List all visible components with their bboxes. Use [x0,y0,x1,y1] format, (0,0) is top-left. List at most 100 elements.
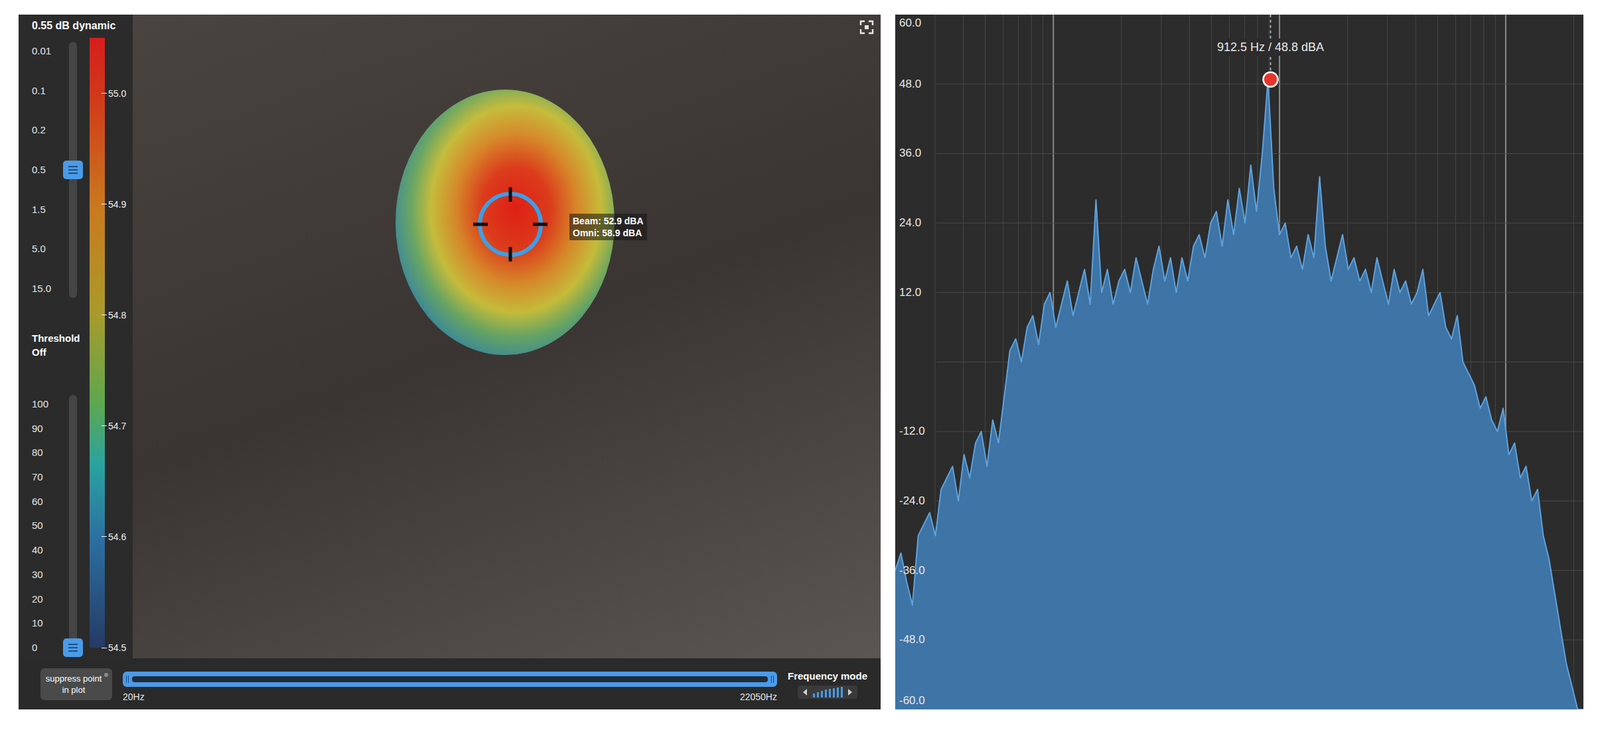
tick-label: 54.7 [108,420,127,433]
camera-upper: 0.55 dB dynamic0.010.10.20.51.55.015.0Th… [18,14,881,659]
y-axis-label: 24.0 [899,215,922,231]
tick-mark [101,536,107,537]
range-labels: 20Hz 22050Hz [122,690,778,703]
fullscreen-icon[interactable] [859,19,874,35]
tick-label: 54.6 [108,530,127,543]
tick-mark [101,203,107,205]
slider-handle-icon[interactable] [63,638,83,657]
threshold-tick: 20 [31,589,62,609]
tick-mark [101,647,107,649]
dynamic-track[interactable] [61,41,85,298]
color-scale-tick: 54.8 [101,309,127,322]
grip-line [68,169,78,171]
threshold-tick: 70 [31,467,62,487]
tick-label: 54.5 [108,641,127,654]
spectrum-chart: 60.0 48.0 36.0 24.0 12.0 -12.0 -24.0 -36.0 -48.0… [895,14,1584,710]
tick-mark [101,425,107,427]
tick-label: 55.0 [108,87,127,100]
y-axis-label: -24.0 [899,493,926,509]
frequency-range: 20Hz 22050Hz [122,664,778,703]
y-axis-label: 60.0 [899,15,922,31]
arrow-left-icon[interactable] [801,688,809,697]
color-scale: 55.0 54.9 54.8 54.7 54.6 54.5 [89,33,133,659]
dynamic-tick: 15.0 [31,279,62,298]
threshold-tick: 80 [31,443,62,462]
dynamic-tick: 0.1 [31,81,62,101]
tick-label: 54.9 [108,198,127,211]
y-axis-label: -12.0 [899,424,926,439]
y-axis-label: 12.0 [899,285,922,300]
y-axis-label: -60.0 [899,693,926,709]
peak-marker[interactable] [1263,72,1279,87]
omni-reading: Omni: 58.9 dBA [572,226,644,239]
threshold-ticks: 1009080706050403020100 [31,394,62,657]
peak-label: 912.5 Hz / 48.8 dBA [1213,38,1328,56]
threshold-tick: 30 [31,565,62,584]
color-scale-tick: 54.5 [101,641,127,654]
crosshair-icon[interactable] [470,184,551,265]
grip-line [68,650,78,652]
range-handle-icon[interactable] [126,675,129,683]
suppress-button[interactable]: suppress point in plot [40,668,113,701]
frequency-mode-label: Frequency mode [787,669,868,683]
color-scale-tick: 54.6 [101,530,127,543]
threshold-tick: 0 [31,638,62,657]
spectrum-area [895,79,1584,710]
threshold-title: Threshold Off [31,331,85,360]
color-bar [89,37,105,648]
color-scale-area: 55.054.954.854.754.654.5 [89,37,133,648]
slider-column: 0.010.10.20.51.55.015.0Threshold Off1009… [31,33,87,659]
dynamic-tick: 0.5 [31,160,62,180]
camera-photo[interactable]: Beam: 52.9 dBAOmni: 58.9 dBA [132,14,881,659]
threshold-tick: 100 [31,394,62,414]
range-handle-icon[interactable] [771,675,774,683]
grip-line [68,643,78,646]
arrow-right-icon[interactable] [846,688,854,697]
level-grid-line [936,14,1584,16]
level-grid-line [936,83,1584,85]
range-slider[interactable] [122,671,778,687]
dynamic-ticks: 0.010.10.20.51.55.015.0 [31,41,62,298]
y-axis-label: 48.0 [899,76,922,92]
slider-track [69,394,77,657]
y-axis-label: 36.0 [899,145,922,161]
spectrum-line [895,79,1584,710]
page: 0.55 dB dynamic0.010.10.20.51.55.015.0Th… [0,0,1600,730]
range-selection[interactable] [132,676,768,683]
grip-line [68,647,78,649]
acoustic-camera-panel: 0.55 dB dynamic0.010.10.20.51.55.015.0Th… [18,14,881,710]
dynamic-tick: 1.5 [31,200,62,219]
tick-mark [101,314,107,316]
spectrum-plot[interactable] [895,14,1584,710]
dynamic-title: 0.55 dB dynamic [31,18,133,34]
level-grid-line [936,153,1584,154]
threshold-tick: 40 [31,540,62,560]
mode-selector[interactable] [797,685,858,699]
range-min-label: 20Hz [122,690,145,703]
slider-handle-icon[interactable] [63,160,83,180]
color-scale-tick: 55.0 [101,87,127,100]
y-axis-label: -48.0 [899,632,926,648]
dynamic-tick: 0.2 [31,120,62,140]
grip-line [68,172,78,174]
color-scale-tick: 54.7 [101,420,127,433]
bottom-bar: suppress point in plot 20Hz 22050Hz Frequen… [18,658,881,710]
threshold-tick: 50 [31,516,62,535]
y-axis-label: -36.0 [899,563,926,579]
threshold-tick: 90 [31,419,62,438]
threshold-tick: 60 [31,492,62,511]
threshold-track[interactable] [61,394,85,657]
toggle-dot-icon [104,672,109,677]
threshold-slider[interactable]: 1009080706050403020100 [31,394,87,657]
range-max-label: 22050Hz [739,690,778,703]
dynamic-tick: 5.0 [31,239,62,259]
threshold-tick: 10 [31,613,62,633]
color-scale-tick: 54.9 [101,198,127,211]
sidebar-body: 0.010.10.20.51.55.015.0Threshold Off1009… [31,33,133,659]
bars-icon [812,686,843,698]
tick-label: 54.8 [108,309,127,322]
scale-sidebar: 0.55 dB dynamic0.010.10.20.51.55.015.0Th… [18,14,133,659]
dynamic-slider[interactable]: 0.010.10.20.51.55.015.0 [31,41,87,298]
suppress-label: suppress point in plot [45,673,103,695]
tick-mark [101,92,107,94]
